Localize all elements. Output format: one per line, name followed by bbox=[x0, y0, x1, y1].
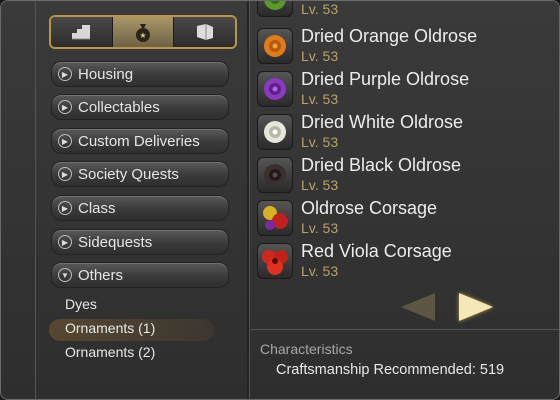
list-item[interactable]: Dried White Oldrose Lv. 53 bbox=[257, 112, 547, 152]
tab-gil[interactable]: ★ bbox=[112, 17, 175, 47]
subcategory-ornaments-1[interactable]: Ornaments (1) bbox=[65, 320, 155, 336]
purple-rose-icon bbox=[257, 71, 293, 107]
item-list: Lv. 53 Dried Orange Oldrose Lv. 53 Dried… bbox=[251, 1, 557, 331]
corsage-icon bbox=[257, 200, 293, 236]
category-label: Collectables bbox=[78, 98, 160, 116]
craftsmanship-recommended: Craftsmanship Recommended: 519 bbox=[276, 362, 505, 378]
book-tab-icon bbox=[196, 24, 213, 40]
tab-bar: ★ bbox=[49, 15, 237, 49]
list-item[interactable]: Lv. 53 bbox=[257, 1, 547, 19]
category-collectables[interactable]: ▶ Collectables bbox=[51, 94, 229, 120]
item-name: Dried Orange Oldrose bbox=[301, 26, 478, 46]
orange-rose-icon bbox=[257, 28, 293, 64]
item-level: Lv. 53 bbox=[301, 177, 339, 193]
characteristics-divider bbox=[251, 329, 559, 330]
subcategory-ornaments-2[interactable]: Ornaments (2) bbox=[65, 344, 155, 360]
item-name: Dried Black Oldrose bbox=[301, 155, 462, 175]
category-label: Society Quests bbox=[78, 165, 179, 183]
ornaments-window: ★ ▶ Housing ▶ Collectables ▶ Custom Deli… bbox=[0, 0, 560, 400]
item-name: Oldrose Corsage bbox=[301, 198, 438, 218]
pager bbox=[399, 291, 499, 323]
list-item[interactable]: Dried Purple Oldrose Lv. 53 bbox=[257, 69, 547, 109]
category-housing[interactable]: ▶ Housing bbox=[51, 61, 229, 87]
tab-book[interactable] bbox=[174, 17, 235, 47]
expand-arrow-icon: ▶ bbox=[58, 134, 72, 148]
category-society-quests[interactable]: ▶ Society Quests bbox=[51, 161, 229, 187]
item-level: Lv. 53 bbox=[301, 1, 339, 17]
category-sidequests[interactable]: ▶ Sidequests bbox=[51, 229, 229, 255]
red-viola-icon bbox=[257, 243, 293, 279]
item-level: Lv. 53 bbox=[301, 263, 339, 279]
svg-text:★: ★ bbox=[139, 31, 146, 40]
housing-tab-icon bbox=[72, 25, 91, 40]
tab-housing[interactable] bbox=[51, 17, 113, 47]
list-item[interactable]: Red Viola Corsage Lv. 53 bbox=[257, 241, 547, 281]
triangle-left-icon[interactable] bbox=[401, 293, 435, 321]
moneybag-tab-icon: ★ bbox=[136, 24, 150, 42]
black-rose-icon bbox=[257, 157, 293, 193]
item-name: Dried Purple Oldrose bbox=[301, 69, 470, 89]
item-level: Lv. 53 bbox=[301, 220, 339, 236]
list-item[interactable]: Dried Black Oldrose Lv. 53 bbox=[257, 155, 547, 195]
expand-arrow-icon: ▶ bbox=[58, 235, 72, 249]
item-level: Lv. 53 bbox=[301, 91, 339, 107]
item-name: Dried White Oldrose bbox=[301, 112, 464, 132]
green-flower-icon bbox=[257, 1, 293, 17]
expand-arrow-icon: ▶ bbox=[58, 67, 72, 81]
left-edge-divider bbox=[35, 1, 36, 399]
item-level: Lv. 53 bbox=[301, 134, 339, 150]
panel-divider bbox=[247, 1, 249, 399]
category-label: Others bbox=[78, 266, 124, 284]
list-item[interactable]: Oldrose Corsage Lv. 53 bbox=[257, 198, 547, 238]
category-custom-deliveries[interactable]: ▶ Custom Deliveries bbox=[51, 128, 229, 154]
category-label: Sidequests bbox=[78, 233, 153, 251]
collapse-arrow-icon: ▼ bbox=[58, 268, 72, 282]
category-others[interactable]: ▼ Others bbox=[51, 262, 229, 288]
characteristics-title: Characteristics bbox=[260, 341, 353, 357]
category-label: Housing bbox=[78, 65, 134, 83]
white-rose-icon bbox=[257, 114, 293, 150]
list-item[interactable]: Dried Orange Oldrose Lv. 53 bbox=[257, 26, 547, 66]
expand-arrow-icon: ▶ bbox=[58, 167, 72, 181]
subcategory-dyes[interactable]: Dyes bbox=[65, 296, 97, 312]
expand-arrow-icon: ▶ bbox=[58, 201, 72, 215]
category-panel: ★ ▶ Housing ▶ Collectables ▶ Custom Deli… bbox=[37, 1, 247, 399]
triangle-right-icon[interactable] bbox=[459, 293, 493, 321]
category-label: Custom Deliveries bbox=[78, 132, 200, 150]
item-level: Lv. 53 bbox=[301, 48, 339, 64]
expand-arrow-icon: ▶ bbox=[58, 100, 72, 114]
category-label: Class bbox=[78, 199, 116, 217]
category-class[interactable]: ▶ Class bbox=[51, 195, 229, 221]
item-name: Red Viola Corsage bbox=[301, 241, 452, 261]
